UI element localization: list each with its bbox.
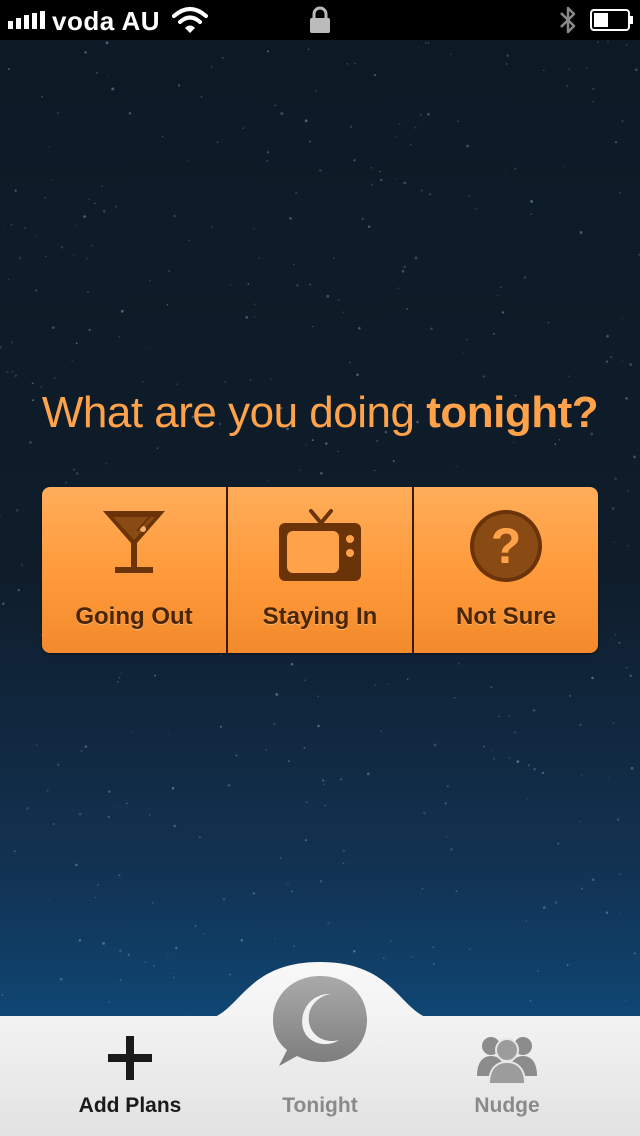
going-out-label: Going Out (75, 603, 193, 630)
status-bar: voda AU (0, 0, 640, 40)
tab-tonight-label: Tonight (282, 1094, 358, 1117)
wifi-icon (172, 7, 208, 33)
choice-group: Going Out Staying In ? Not Sure (42, 487, 598, 653)
tab-bar: Add Plans Tonight Nudge (0, 976, 640, 1136)
staying-in-button[interactable]: Staying In (228, 487, 414, 653)
tab-add-plans-label: Add Plans (78, 1094, 182, 1117)
tab-add-plans[interactable]: Add Plans (60, 1016, 200, 1136)
plus-icon (108, 1036, 152, 1080)
headline-regular: What are you doing (41, 388, 427, 437)
page-title: What are you doing tonight? (0, 388, 640, 438)
going-out-button[interactable]: Going Out (42, 487, 228, 653)
cocktail-glass-icon (103, 511, 165, 573)
tv-icon (279, 509, 361, 581)
moon-chat-bubble-icon (273, 976, 367, 1066)
signal-strength-icon (8, 11, 45, 29)
battery-icon (590, 9, 633, 31)
group-people-icon (477, 1037, 537, 1084)
question-mark-icon: ? (470, 510, 542, 582)
not-sure-label: Not Sure (455, 603, 556, 630)
main-area: What are you doing tonight? Going Out St… (0, 40, 640, 1016)
staying-in-label: Staying In (262, 603, 378, 630)
tab-nudge-label: Nudge (474, 1094, 540, 1117)
tab-nudge[interactable]: Nudge (437, 1016, 577, 1136)
not-sure-button[interactable]: ? Not Sure (414, 487, 598, 653)
svg-text:?: ? (491, 518, 522, 574)
bluetooth-icon (560, 6, 576, 34)
lock-icon (310, 6, 330, 33)
tab-tonight[interactable]: Tonight (250, 976, 390, 1136)
carrier-name: voda AU (52, 6, 160, 36)
headline-bold: tonight? (426, 388, 599, 437)
